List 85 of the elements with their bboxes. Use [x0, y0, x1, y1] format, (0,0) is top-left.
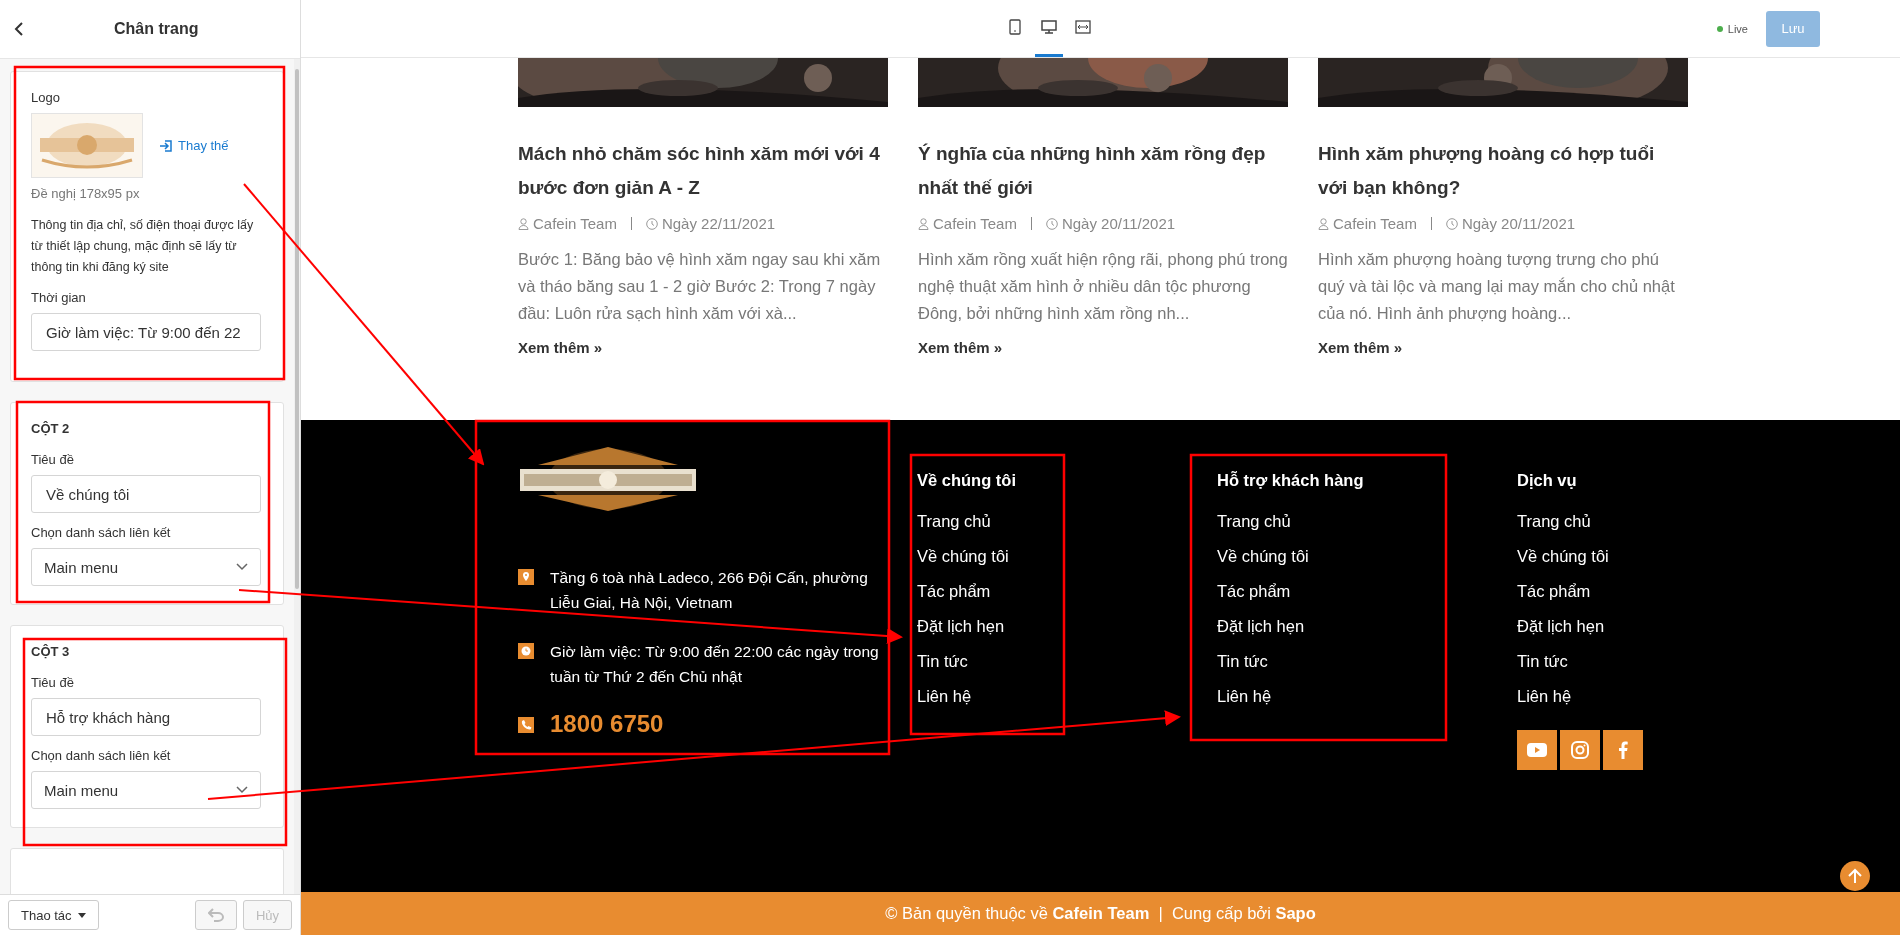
footer-link[interactable]: Trang chủ — [917, 504, 991, 539]
text-field[interactable]: Về chúng tôi — [31, 475, 261, 513]
footer-link[interactable]: Liên hệ — [1217, 679, 1272, 714]
undo-icon — [207, 908, 224, 922]
back-icon[interactable] — [14, 22, 24, 36]
f-letter-icon — [1618, 741, 1628, 759]
phone-icon — [518, 717, 534, 733]
footer-link[interactable]: Về chúng tôi — [1217, 539, 1309, 574]
instagram-button[interactable] — [1560, 730, 1600, 770]
caret-icon — [77, 912, 86, 918]
footer-link[interactable]: Tác phẩm — [1217, 574, 1291, 609]
post-excerpt: Hình xăm rồng xuất hiện rộng rãi, phong phú trong nghệ thuật xăm hình ở nhiều dân tộc phương Đông, bởi những hình xăm rồng nh... — [918, 249, 1288, 324]
footer-link[interactable]: Tin tức — [1517, 644, 1568, 679]
post-date: Ngày 20/11/2021 — [1061, 215, 1176, 232]
replace-link[interactable]: Thay thế — [159, 138, 229, 153]
post-title[interactable]: Hình xăm phượng hoàng có hợp tuổi với bạn không? — [1318, 137, 1688, 205]
monitor-icon — [1041, 19, 1057, 35]
user-icon — [1318, 217, 1329, 230]
footer-heading: Hỗ trợ khách hàng — [1217, 471, 1364, 490]
facebook-button[interactable] — [1603, 730, 1643, 770]
phone-icon — [1009, 19, 1021, 35]
read-more-link[interactable]: Xem thêm » — [518, 339, 603, 356]
footer-link[interactable]: Đặt lịch hẹn — [1517, 609, 1605, 644]
post-author: Cafein Team — [1333, 215, 1417, 232]
section-heading: CỘT 2 — [31, 421, 70, 436]
text-field[interactable]: Giờ làm việc: Từ 9:00 đến 22 — [31, 313, 261, 351]
footer-heading: Dịch vụ — [1517, 471, 1577, 490]
contact-text: Tầng 6 toà nhà Ladeco, 266 Đội Cấn, phường Liễu Giai, Hà Nội, Vietnam — [550, 568, 869, 613]
footer-link[interactable]: Tin tức — [1217, 644, 1268, 679]
field-label: Tiêu đề — [31, 675, 74, 690]
footer-link[interactable]: Liên hệ — [917, 679, 972, 714]
field-label: Tiêu đề — [31, 452, 74, 467]
clock-icon — [518, 643, 534, 659]
clock-icon — [1045, 217, 1058, 230]
post-title[interactable]: Mách nhỏ chăm sóc hình xăm mới với 4 bước đơn giản A - Z — [518, 137, 888, 205]
contact-text: 1800 6750 — [550, 711, 664, 736]
post-title[interactable]: Ý nghĩa của những hình xăm rồng đẹp nhất thế giới — [918, 137, 1288, 205]
clock-icon — [1445, 217, 1458, 230]
clock-icon — [645, 217, 658, 230]
footer-link[interactable]: Về chúng tôi — [1517, 539, 1609, 574]
menu-select[interactable]: Main menu — [31, 548, 261, 586]
text-field[interactable]: Hỗ trợ khách hàng — [31, 698, 261, 736]
status-text: Live — [1727, 22, 1748, 35]
actions-button[interactable]: Thao tác — [8, 900, 99, 930]
footer-link[interactable]: Tác phẩm — [1517, 574, 1591, 609]
camera-icon — [1571, 741, 1589, 759]
field-label: Logo — [31, 90, 60, 105]
contact-text: Giờ làm việc: Từ 9:00 đến 22:00 các ngày trong tuần từ Thứ 2 đến Chủ nhật — [550, 642, 880, 687]
post-excerpt: Bước 1: Băng bảo vệ hình xăm ngay sau khi xăm và tháo băng sau 1 - 2 giờ Bước 2: Trong 7 ngày đầu: Luôn rửa sạch hình xăm với xà... — [518, 249, 882, 324]
location-pin-icon — [518, 569, 534, 585]
read-more-link[interactable]: Xem thêm » — [918, 339, 1003, 356]
chevron-down-icon — [236, 786, 248, 794]
footer-link[interactable]: Liên hệ — [1517, 679, 1572, 714]
post-author: Cafein Team — [533, 215, 617, 232]
panel-title: Chân trang — [114, 20, 199, 38]
expand-width-icon — [1075, 20, 1091, 34]
youtube-button[interactable] — [1517, 730, 1557, 770]
post-excerpt: Hình xăm phượng hoàng tượng trưng cho phú quý và tài lộc và mang lại may mắn cho chủ nhật của nó. Hình ảnh phượng hoàng... — [1318, 249, 1676, 324]
field-label: Thời gian — [31, 290, 86, 305]
footer-heading: Về chúng tôi — [917, 471, 1016, 490]
footer-link[interactable]: Đặt lịch hẹn — [1217, 609, 1305, 644]
arrow-up-icon — [1848, 868, 1862, 884]
post-date: Ngày 20/11/2021 — [1461, 215, 1576, 232]
footer-link[interactable]: Về chúng tôi — [917, 539, 1009, 574]
field-label: Chọn danh sách liên kết — [31, 748, 171, 763]
info-text: Thông tin địa chỉ, số điện thoại được lấy từ thiết lập chung, mặc định sẽ lấy từ thông tin khi đăng ký site — [31, 217, 255, 276]
status-dot — [1716, 25, 1723, 32]
post-date: Ngày 22/11/2021 — [661, 215, 776, 232]
size-hint: Đề nghị 178x95 px — [31, 186, 140, 201]
field-label: Chọn danh sách liên kết — [31, 525, 171, 540]
footer-link[interactable]: Tác phẩm — [917, 574, 991, 609]
footer-link[interactable]: Trang chủ — [1517, 504, 1591, 539]
footer-link[interactable]: Đặt lịch hẹn — [917, 609, 1005, 644]
copyright-text: © Bản quyền thuộc về Cafein Team | Cung cấp bởi Sapo — [885, 904, 1316, 923]
menu-select[interactable]: Main menu — [31, 771, 261, 809]
read-more-link[interactable]: Xem thêm » — [1318, 339, 1403, 356]
user-icon — [918, 217, 929, 230]
chevron-down-icon — [236, 563, 248, 571]
footer-link[interactable]: Trang chủ — [1217, 504, 1291, 539]
section-heading: CỘT 3 — [31, 644, 70, 659]
post-author: Cafein Team — [933, 215, 1017, 232]
play-icon — [1527, 743, 1547, 757]
user-icon — [518, 217, 529, 230]
import-icon — [159, 138, 173, 153]
footer-link[interactable]: Tin tức — [917, 644, 968, 679]
